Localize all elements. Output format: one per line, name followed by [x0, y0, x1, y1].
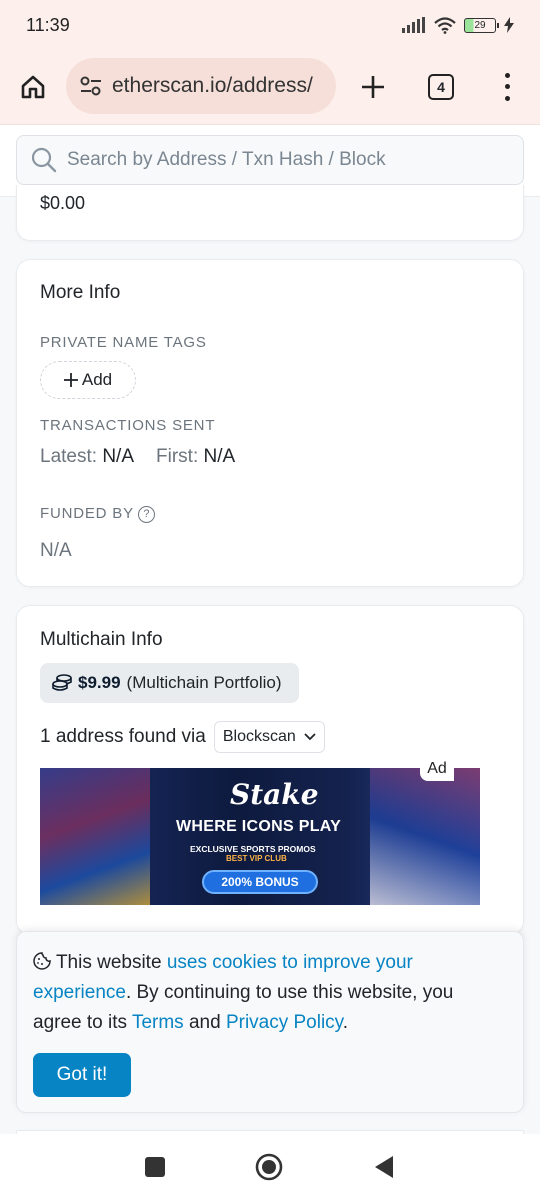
add-private-tag-button[interactable]: Add — [40, 361, 136, 399]
cookie-banner: This website uses cookies to improve you… — [16, 931, 524, 1113]
charging-icon — [504, 17, 514, 33]
tab-count: 4 — [437, 79, 445, 95]
latest-tx-value: N/A — [102, 446, 135, 467]
funded-by-label: FUNDED BY? — [40, 505, 155, 523]
search-icon — [31, 147, 57, 173]
home-nav-icon[interactable] — [255, 1153, 283, 1181]
blockscan-dropdown[interactable]: Blockscan — [213, 721, 325, 753]
ad-headline: WHERE ICONS PLAY — [176, 818, 342, 835]
site-settings-icon[interactable] — [80, 76, 102, 96]
system-nav-bar — [0, 1134, 540, 1200]
search-input[interactable]: Search by Address / Txn Hash / Block — [16, 135, 524, 185]
url-bar[interactable]: etherscan.io/address/ — [66, 58, 336, 114]
multichain-info-title: Multichain Info — [40, 629, 163, 650]
coins-icon — [52, 674, 72, 691]
add-label: Add — [81, 370, 113, 389]
new-tab-button[interactable] — [358, 72, 388, 102]
browser-menu-button[interactable] — [497, 70, 517, 104]
more-info-title: More Info — [40, 282, 121, 303]
balance-card: $0.00 — [16, 185, 524, 241]
home-icon — [21, 75, 45, 99]
transactions-sent-row: Latest: N/A First: N/A — [40, 446, 235, 468]
balance-value: $0.00 — [40, 193, 86, 213]
recent-apps-icon[interactable] — [145, 1157, 165, 1177]
latest-tx: Latest: N/A — [40, 446, 135, 467]
transactions-sent-label: TRANSACTIONS SENT — [40, 417, 216, 434]
url-text: etherscan.io/address/ — [112, 74, 313, 97]
ad-tag: Ad — [420, 757, 454, 781]
funded-by-value: N/A — [40, 540, 72, 561]
accept-cookies-button[interactable]: Got it! — [33, 1053, 131, 1097]
privacy-policy-link[interactable]: Privacy Policy — [226, 1012, 343, 1033]
back-icon[interactable] — [373, 1155, 395, 1179]
ad-subline: EXCLUSIVE SPORTS PROMOS — [190, 844, 316, 854]
cookie-text: This website uses cookies to improve you… — [33, 952, 454, 1033]
status-time: 11:39 — [26, 14, 70, 35]
status-bar: 11:39 29 — [0, 0, 540, 50]
search-placeholder: Search by Address / Txn Hash / Block — [67, 149, 386, 170]
portfolio-label: (Multichain Portfolio) — [126, 673, 282, 692]
ad-banner[interactable]: Stake WHERE ICONS PLAY EXCLUSIVE SPORTS … — [40, 768, 480, 905]
status-icons: 29 — [402, 16, 514, 34]
ad-bonus-button[interactable]: 200% BONUS — [202, 870, 318, 894]
address-found-row: 1 address found via Blockscan — [40, 721, 325, 753]
browser-toolbar: etherscan.io/address/ 4 — [0, 50, 540, 125]
first-tx: First: N/A — [156, 446, 236, 467]
portfolio-value: $9.99 — [78, 673, 121, 692]
multichain-portfolio-link[interactable]: $9.99 (Multichain Portfolio) — [40, 663, 299, 703]
tab-switcher-button[interactable]: 4 — [428, 74, 454, 100]
help-icon[interactable]: ? — [137, 505, 155, 523]
battery-level: 29 — [474, 19, 486, 31]
terms-link[interactable]: Terms — [132, 1012, 184, 1033]
cookie-icon — [33, 952, 51, 970]
blockscan-label: Blockscan — [222, 728, 296, 745]
first-tx-value: N/A — [203, 446, 236, 467]
home-button[interactable] — [18, 72, 48, 102]
signal-icon — [402, 17, 425, 33]
plus-icon — [362, 76, 384, 98]
more-info-card: More Info PRIVATE NAME TAGS Add TRANSACT… — [16, 259, 524, 587]
private-name-tags-label: PRIVATE NAME TAGS — [40, 334, 207, 351]
plus-icon — [63, 373, 78, 387]
ad-brand: Stake — [230, 778, 319, 811]
chevron-down-icon — [304, 733, 316, 741]
wifi-icon — [434, 16, 456, 34]
address-found-text: 1 address found via — [40, 726, 206, 747]
battery-icon: 29 — [464, 17, 499, 33]
ad-subline-2: BEST VIP CLUB — [226, 854, 287, 863]
